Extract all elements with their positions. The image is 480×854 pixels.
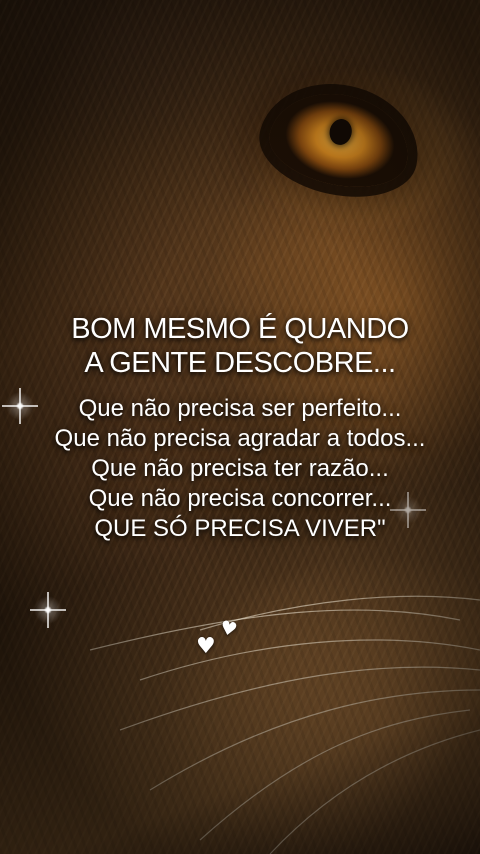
quote-headline: BOM MESMO É QUANDO A GENTE DESCOBRE... [0, 312, 480, 380]
sparkle-icon [28, 590, 68, 630]
quote-line: Que não precisa ter razão... [91, 455, 389, 482]
quote-line-final: QUE SÓ PRECISA VIVER" [94, 515, 386, 542]
quote-line: Que não precisa agradar a todos... [54, 425, 426, 452]
heart-icon: ♥ [196, 634, 216, 659]
lion-photo-background: BOM MESMO É QUANDO A GENTE DESCOBRE... Q… [0, 0, 480, 854]
headline-line-2: A GENTE DESCOBRE... [84, 347, 396, 379]
quote-lines: Que não precisa ser perfeito... Que não … [0, 394, 480, 544]
headline-line-1: BOM MESMO É QUANDO [71, 313, 409, 345]
quote-line: Que não precisa concorrer... [88, 485, 392, 512]
heart-icon: ♥ [217, 616, 240, 642]
quote-line: Que não precisa ser perfeito... [78, 395, 402, 422]
quote-block: BOM MESMO É QUANDO A GENTE DESCOBRE... Q… [0, 312, 480, 544]
hearts-decoration: ♥ ♥ [196, 616, 246, 662]
